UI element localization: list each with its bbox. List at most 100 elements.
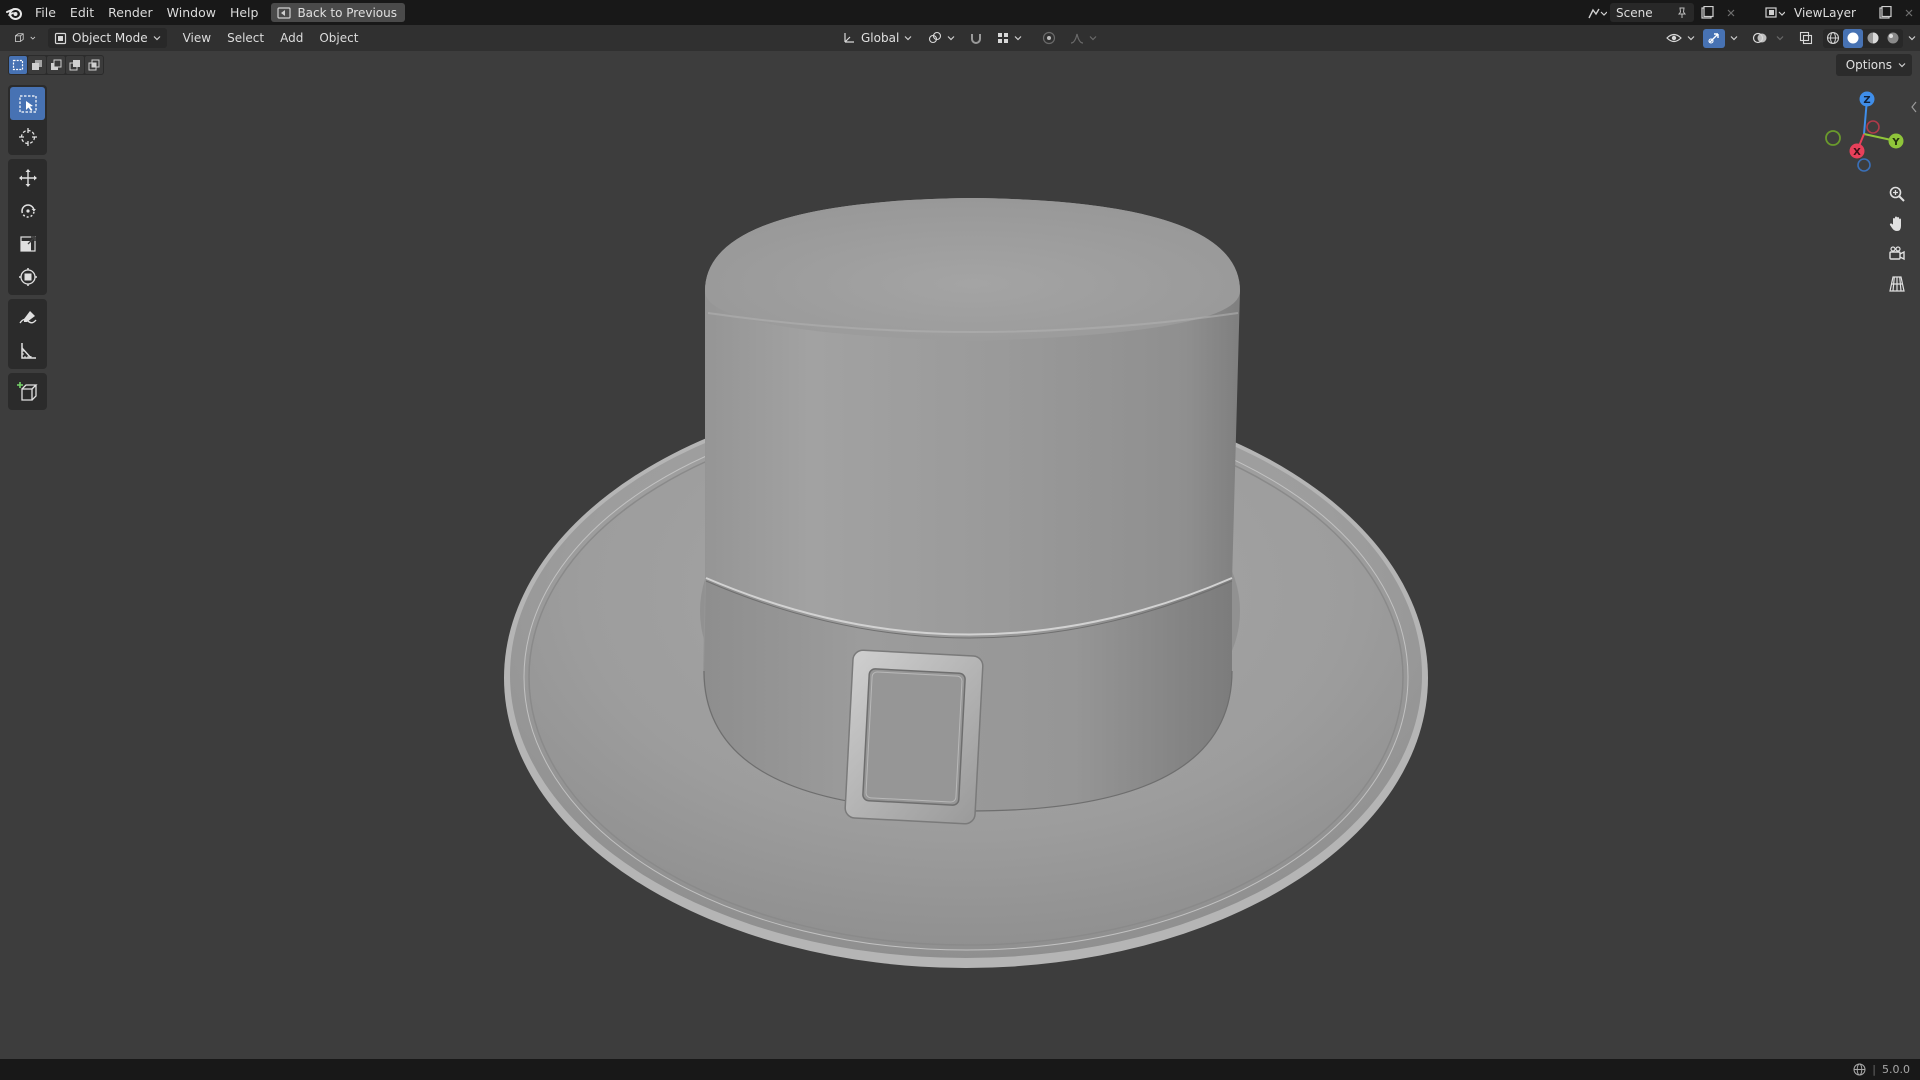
gizmo-y-label: Y xyxy=(1891,137,1900,148)
orthographic-toggle-icon[interactable] xyxy=(1884,271,1910,297)
new-view-layer-icon[interactable] xyxy=(1874,3,1896,22)
globe-icon xyxy=(1853,1063,1866,1076)
falloff-dropdown[interactable] xyxy=(1064,28,1104,48)
status-bar: | 5.0.0 xyxy=(0,1059,1920,1080)
back-to-previous-label: Back to Previous xyxy=(297,5,397,20)
viewport-header: Object Mode View Select Add Object Globa… xyxy=(0,25,1920,51)
transform-tool-icon[interactable] xyxy=(10,260,45,293)
gizmo-neg-z[interactable] xyxy=(1857,158,1871,172)
hat-crown-top xyxy=(705,198,1240,341)
sidebar-expand-icon[interactable] xyxy=(1910,101,1918,113)
select-new-icon[interactable] xyxy=(9,56,27,74)
transform-orientation-dropdown[interactable]: Global xyxy=(836,28,919,48)
zoom-view-icon[interactable] xyxy=(1884,181,1910,207)
menu-file[interactable]: File xyxy=(28,0,63,25)
rendered-shading-icon[interactable] xyxy=(1883,29,1903,48)
options-dropdown[interactable]: Options xyxy=(1835,54,1912,76)
solid-shading-icon[interactable] xyxy=(1843,28,1863,48)
xray-toggle-icon[interactable] xyxy=(1795,29,1817,48)
global-axes-icon xyxy=(844,33,854,43)
falloff-curve-icon xyxy=(1071,33,1084,44)
delete-view-layer-icon[interactable] xyxy=(1898,3,1920,22)
pan-view-icon[interactable] xyxy=(1884,211,1910,237)
object-mode-icon xyxy=(54,32,67,44)
3d-viewport-icon xyxy=(15,33,24,42)
mode-dropdown[interactable]: Object Mode xyxy=(48,28,167,48)
menu-window[interactable]: Window xyxy=(160,0,223,25)
annotate-tool-icon[interactable] xyxy=(10,301,45,334)
tool-group-add xyxy=(8,373,47,410)
chevron-down-icon xyxy=(1687,36,1695,41)
tool-shelf xyxy=(8,85,47,414)
menu-help[interactable]: Help xyxy=(223,0,266,25)
top-hat-model[interactable] xyxy=(0,51,1920,1059)
tool-group-select xyxy=(8,85,47,155)
select-intersect-icon[interactable] xyxy=(85,56,103,74)
material-preview-shading-icon[interactable] xyxy=(1863,29,1883,48)
tool-group-annotate xyxy=(8,299,47,369)
chevron-down-icon xyxy=(947,36,955,41)
status-separator: | xyxy=(1872,1063,1876,1076)
transform-orientation-label: Global xyxy=(861,31,900,45)
chevron-down-icon xyxy=(1014,36,1022,41)
buckle-inner xyxy=(862,668,966,806)
menu-render[interactable]: Render xyxy=(101,0,160,25)
gizmo-x-label: X xyxy=(1853,147,1861,158)
gizmo-z-label: Z xyxy=(1863,95,1870,106)
wireframe-shading-icon[interactable] xyxy=(1823,29,1843,48)
scene-browse-icon[interactable] xyxy=(1586,3,1608,22)
menu-edit[interactable]: Edit xyxy=(63,0,101,25)
header-menu-add[interactable]: Add xyxy=(272,25,311,51)
select-box-tool-icon[interactable] xyxy=(10,87,45,120)
gizmo-options-chevron-icon[interactable] xyxy=(1727,29,1741,48)
options-label: Options xyxy=(1845,58,1892,72)
3d-viewport[interactable]: Options Z Y X xyxy=(0,51,1920,1059)
move-tool-icon[interactable] xyxy=(10,161,45,194)
gizmo-neg-x[interactable] xyxy=(1866,120,1880,134)
version-label: 5.0.0 xyxy=(1882,1063,1910,1076)
cursor-tool-icon[interactable] xyxy=(10,120,45,153)
visibility-dropdown[interactable] xyxy=(1660,28,1701,48)
header-menu-select[interactable]: Select xyxy=(219,25,272,51)
select-invert-icon[interactable] xyxy=(66,56,84,74)
back-to-previous-button[interactable]: Back to Previous xyxy=(271,3,405,22)
chevron-down-icon xyxy=(153,36,161,41)
top-bar: File Edit Render Window Help Back to Pre… xyxy=(0,0,1920,25)
select-extend-icon[interactable] xyxy=(28,56,46,74)
pin-icon[interactable] xyxy=(1676,7,1688,19)
proportional-editing-icon[interactable] xyxy=(1038,29,1060,48)
eye-icon xyxy=(1666,33,1682,43)
add-cube-tool-icon[interactable] xyxy=(10,375,45,408)
blender-logo-icon[interactable] xyxy=(0,0,28,25)
pivot-point-dropdown[interactable] xyxy=(922,28,962,48)
pivot-icon xyxy=(929,31,942,44)
gizmo-toggle-icon[interactable] xyxy=(1703,28,1725,48)
header-menu-object[interactable]: Object xyxy=(311,25,366,51)
overlays-toggle-icon[interactable] xyxy=(1749,29,1771,48)
camera-view-icon[interactable] xyxy=(1884,241,1910,267)
navigation-gizmo[interactable]: Z Y X xyxy=(1820,87,1910,177)
scene-name: Scene xyxy=(1616,5,1653,20)
gizmo-neg-y[interactable] xyxy=(1825,130,1841,146)
editor-type-dropdown[interactable] xyxy=(8,28,42,48)
rotate-tool-icon[interactable] xyxy=(10,194,45,227)
delete-scene-icon[interactable] xyxy=(1720,3,1742,22)
snap-target-dropdown[interactable] xyxy=(991,28,1029,48)
mode-label: Object Mode xyxy=(72,31,148,45)
header-menu-view[interactable]: View xyxy=(175,25,219,51)
overlays-options-chevron-icon[interactable] xyxy=(1773,29,1787,48)
snap-grid-icon xyxy=(998,33,1009,43)
screen-back-icon xyxy=(277,6,292,19)
measure-tool-icon[interactable] xyxy=(10,334,45,367)
view-layer-name: ViewLayer xyxy=(1794,5,1856,20)
snap-toggle-icon[interactable] xyxy=(965,29,987,48)
shading-options-chevron-icon[interactable] xyxy=(1905,29,1919,48)
view-layer-browse-icon[interactable] xyxy=(1764,3,1786,22)
scene-name-field[interactable]: Scene xyxy=(1610,3,1694,22)
chevron-down-icon xyxy=(904,36,912,41)
view-layer-field[interactable]: ViewLayer xyxy=(1788,3,1872,22)
select-subtract-icon[interactable] xyxy=(47,56,65,74)
scale-tool-icon[interactable] xyxy=(10,227,45,260)
new-scene-icon[interactable] xyxy=(1696,3,1718,22)
chevron-down-icon xyxy=(30,36,36,40)
